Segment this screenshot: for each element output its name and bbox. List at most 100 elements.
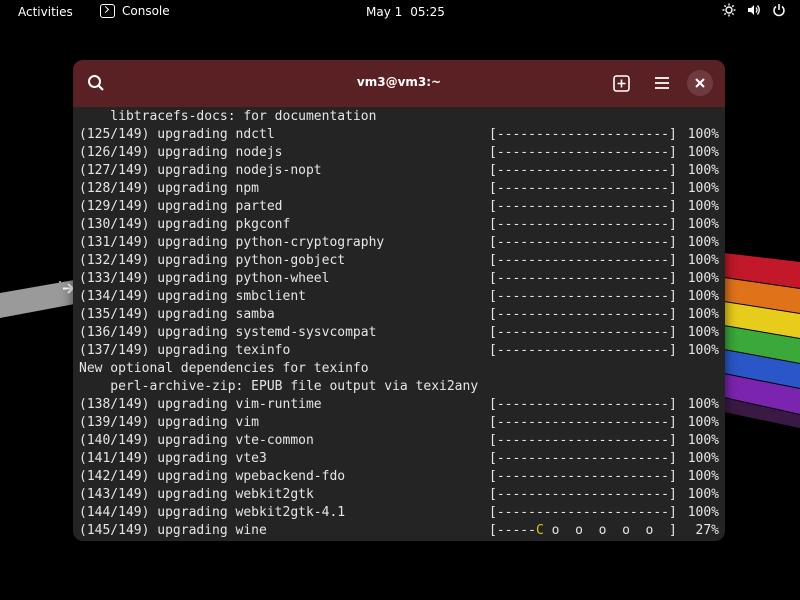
hamburger-menu-icon bbox=[655, 77, 669, 89]
terminal-line: (130/149) upgrading pkgconf [------------… bbox=[79, 216, 719, 234]
terminal-line-text: (135/149) upgrading samba bbox=[79, 307, 275, 322]
terminal-line: (126/149) upgrading nodejs [-------------… bbox=[79, 144, 719, 162]
terminal-line: (135/149) upgrading samba [--------------… bbox=[79, 306, 719, 324]
progress-percent: 100% bbox=[687, 145, 719, 160]
progress-bar-text: [----------------------] bbox=[489, 181, 677, 196]
new-tab-icon bbox=[612, 74, 630, 92]
new-tab-button[interactable] bbox=[605, 68, 637, 98]
header-bar[interactable]: vm3@vm3:~ bbox=[73, 60, 725, 107]
progress-percent: 100% bbox=[687, 451, 719, 466]
clock[interactable]: May 1 05:25 bbox=[366, 5, 445, 19]
pacman-progress-glyph: C bbox=[535, 523, 544, 538]
terminal-line-text: (143/149) upgrading webkit2gtk bbox=[79, 487, 314, 502]
progress-bar-text: [----------------------] bbox=[489, 469, 677, 484]
top-bar: Activities Console May 1 05:25 bbox=[0, 0, 800, 24]
progress-percent: 100% bbox=[687, 235, 719, 250]
terminal-line-text: (145/149) upgrading wine bbox=[79, 523, 267, 538]
progress-bar-text: [----------------------] bbox=[489, 163, 677, 178]
terminal-line: (137/149) upgrading texinfo [------------… bbox=[79, 342, 719, 360]
terminal-line: (134/149) upgrading smbclient [----------… bbox=[79, 288, 719, 306]
progress-bar-text: [----------------------] bbox=[489, 235, 677, 250]
progress-bar-text: [----------------------] bbox=[489, 199, 677, 214]
progress-bar-text: [----------------------] bbox=[489, 451, 677, 466]
progress-percent: 100% bbox=[687, 325, 719, 340]
terminal-app-icon bbox=[100, 4, 115, 18]
terminal-line-text: (139/149) upgrading vim bbox=[79, 415, 260, 430]
progress-bar-segment: [----- bbox=[489, 523, 536, 538]
terminal-line-text: (138/149) upgrading vim-runtime bbox=[79, 397, 322, 412]
progress-percent: 100% bbox=[687, 127, 719, 142]
close-button[interactable] bbox=[687, 70, 713, 96]
progress-percent: 100% bbox=[687, 253, 719, 268]
progress-percent: 100% bbox=[687, 343, 719, 358]
progress-percent: 100% bbox=[687, 487, 719, 502]
terminal-line: (142/149) upgrading wpebackend-fdo [-----… bbox=[79, 468, 719, 486]
progress-bar-text: [----------------------] bbox=[489, 343, 677, 358]
terminal-line-text: (144/149) upgrading webkit2gtk-4.1 bbox=[79, 505, 346, 520]
terminal-line-text: (129/149) upgrading parted bbox=[79, 199, 283, 214]
terminal-line-text: libtracefs-docs: for documentation bbox=[79, 109, 377, 124]
terminal-line: (144/149) upgrading webkit2gtk-4.1 [-----… bbox=[79, 504, 719, 522]
brightness-icon[interactable] bbox=[722, 3, 736, 17]
terminal-line-text: (132/149) upgrading python-gobject bbox=[79, 253, 346, 268]
terminal-line-text: perl-archive-zip: EPUB file output via t… bbox=[79, 379, 479, 394]
progress-percent: 27% bbox=[695, 523, 719, 538]
progress-bar-text: [----------------------] bbox=[489, 307, 677, 322]
progress-percent: 100% bbox=[687, 217, 719, 232]
progress-bar-text: [----------------------] bbox=[489, 433, 677, 448]
main-menu-button[interactable] bbox=[646, 68, 678, 98]
terminal-output[interactable]: libtracefs-docs: for documentation (125/1… bbox=[79, 108, 719, 538]
progress-bar-text: [----------------------] bbox=[489, 145, 677, 160]
terminal-line: perl-archive-zip: EPUB file output via t… bbox=[79, 378, 719, 396]
progress-bar-text: [-----C o o o o o ] bbox=[489, 522, 677, 538]
progress-bar-text: [----------------------] bbox=[489, 487, 677, 502]
progress-percent: 100% bbox=[687, 397, 719, 412]
progress-bar-text: [----------------------] bbox=[489, 253, 677, 268]
system-tray[interactable] bbox=[722, 3, 786, 17]
terminal-line: (136/149) upgrading systemd-sysvcompat [-… bbox=[79, 324, 719, 342]
progress-percent: 100% bbox=[687, 163, 719, 178]
terminal-line-text: (125/149) upgrading ndctl bbox=[79, 127, 275, 142]
volume-icon[interactable] bbox=[747, 3, 761, 17]
progress-bar-text: [----------------------] bbox=[489, 415, 677, 430]
terminal-line: (139/149) upgrading vim [----------------… bbox=[79, 414, 719, 432]
terminal-line-text: (128/149) upgrading npm bbox=[79, 181, 260, 196]
power-icon[interactable] bbox=[772, 3, 786, 17]
activities-button[interactable]: Activities bbox=[18, 5, 73, 19]
progress-percent: 100% bbox=[687, 199, 719, 214]
terminal-line-text: (142/149) upgrading wpebackend-fdo bbox=[79, 469, 346, 484]
terminal-line-text: New optional dependencies for texinfo bbox=[79, 361, 369, 376]
terminal-line: (129/149) upgrading parted [-------------… bbox=[79, 198, 719, 216]
terminal-line-text: (127/149) upgrading nodejs-nopt bbox=[79, 163, 322, 178]
terminal-line-text: (137/149) upgrading texinfo bbox=[79, 343, 291, 358]
progress-percent: 100% bbox=[687, 271, 719, 286]
progress-bar-segment: o o o o o ] bbox=[543, 523, 677, 538]
progress-percent: 100% bbox=[687, 289, 719, 304]
terminal-line-text: (140/149) upgrading vte-common bbox=[79, 433, 314, 448]
progress-bar-text: [----------------------] bbox=[489, 505, 677, 520]
progress-bar-text: [----------------------] bbox=[489, 217, 677, 232]
close-icon bbox=[695, 78, 705, 88]
app-menu-label: Console bbox=[122, 4, 170, 18]
terminal-line-text: (141/149) upgrading vte3 bbox=[79, 451, 267, 466]
progress-percent: 100% bbox=[687, 415, 719, 430]
progress-percent: 100% bbox=[687, 469, 719, 484]
progress-bar-text: [----------------------] bbox=[489, 289, 677, 304]
terminal-line: libtracefs-docs: for documentation bbox=[79, 108, 719, 126]
terminal-line: (127/149) upgrading nodejs-nopt [--------… bbox=[79, 162, 719, 180]
terminal-window[interactable]: vm3@vm3:~ libtracefs-docs: for documenta… bbox=[73, 60, 725, 541]
progress-percent: 100% bbox=[687, 505, 719, 520]
app-menu[interactable]: Console bbox=[100, 4, 170, 18]
progress-bar-text: [----------------------] bbox=[489, 325, 677, 340]
terminal-line: (140/149) upgrading vte-common [---------… bbox=[79, 432, 719, 450]
terminal-line-text: (134/149) upgrading smbclient bbox=[79, 289, 306, 304]
terminal-line: (125/149) upgrading ndctl [--------------… bbox=[79, 126, 719, 144]
terminal-line: (128/149) upgrading npm [----------------… bbox=[79, 180, 719, 198]
terminal-line: (132/149) upgrading python-gobject [-----… bbox=[79, 252, 719, 270]
terminal-line: New optional dependencies for texinfo bbox=[79, 360, 719, 378]
terminal-line-text: (131/149) upgrading python-cryptography bbox=[79, 235, 385, 250]
progress-bar-text: [----------------------] bbox=[489, 127, 677, 142]
progress-bar-text: [----------------------] bbox=[489, 271, 677, 286]
terminal-line: (138/149) upgrading vim-runtime [--------… bbox=[79, 396, 719, 414]
terminal-line-text: (136/149) upgrading systemd-sysvcompat bbox=[79, 325, 377, 340]
